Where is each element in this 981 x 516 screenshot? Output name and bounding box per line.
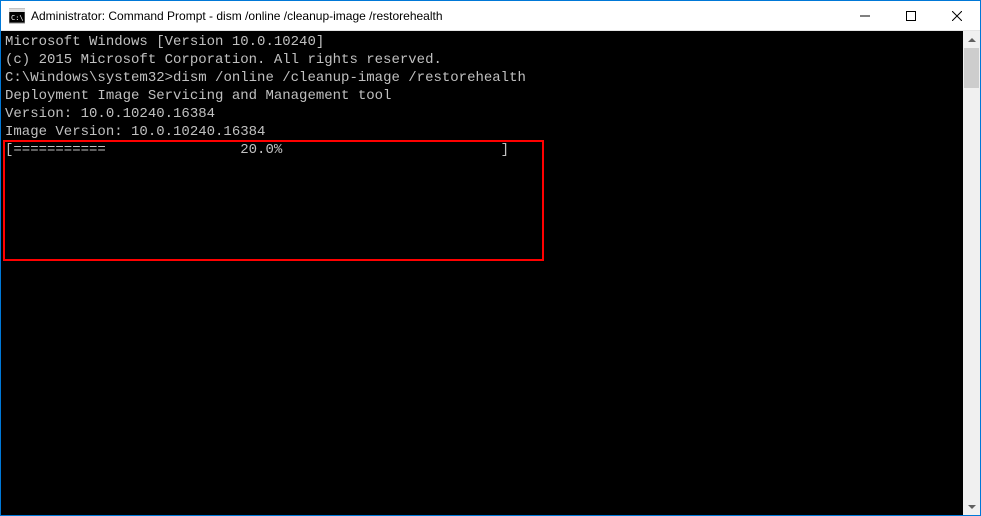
titlebar[interactable]: C:\ Administrator: Command Prompt - dism… — [1, 1, 980, 31]
scroll-up-button[interactable] — [963, 31, 980, 48]
window-controls — [842, 1, 980, 30]
svg-text:C:\: C:\ — [11, 14, 24, 22]
command-prompt-window: C:\ Administrator: Command Prompt - dism… — [0, 0, 981, 516]
terminal-content[interactable]: Microsoft Windows [Version 10.0.10240](c… — [1, 31, 963, 515]
scroll-down-button[interactable] — [963, 498, 980, 515]
dism-header-line: Deployment Image Servicing and Managemen… — [5, 87, 959, 105]
prompt-line: C:\Windows\system32>dism /online /cleanu… — [5, 69, 959, 87]
terminal-area: Microsoft Windows [Version 10.0.10240](c… — [1, 31, 980, 515]
scroll-thumb[interactable] — [964, 48, 979, 88]
vertical-scrollbar[interactable] — [963, 31, 980, 515]
progress-line: [=========== 20.0% ] — [5, 141, 959, 159]
dism-version-line: Version: 10.0.10240.16384 — [5, 105, 959, 123]
os-version-line: Microsoft Windows [Version 10.0.10240] — [5, 33, 959, 51]
cmd-icon: C:\ — [9, 8, 25, 24]
maximize-button[interactable] — [888, 1, 934, 30]
close-button[interactable] — [934, 1, 980, 30]
prompt-text: C:\Windows\system32> — [5, 70, 173, 86]
minimize-button[interactable] — [842, 1, 888, 30]
command-text: dism /online /cleanup-image /restoreheal… — [173, 70, 526, 86]
copyright-line: (c) 2015 Microsoft Corporation. All righ… — [5, 51, 959, 69]
image-version-line: Image Version: 10.0.10240.16384 — [5, 123, 959, 141]
window-title: Administrator: Command Prompt - dism /on… — [31, 9, 842, 23]
